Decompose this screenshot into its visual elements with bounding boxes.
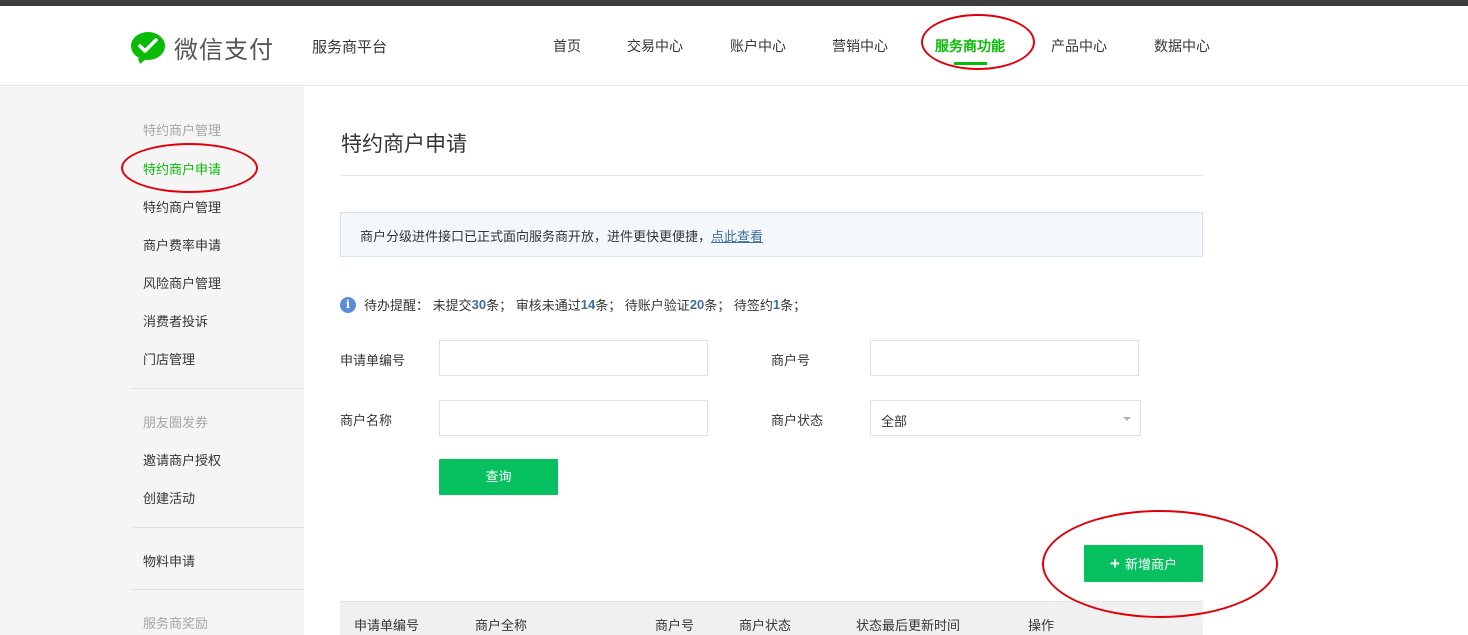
sidebar-divider: [131, 589, 304, 590]
sidebar-item-risk-merchant[interactable]: 风险商户管理: [143, 273, 221, 292]
info-icon: i: [340, 296, 356, 313]
todo-text: 条；: [780, 298, 807, 313]
sidebar-item-stores[interactable]: 门店管理: [143, 349, 195, 368]
platform-name: 服务商平台: [312, 39, 388, 56]
nav-product-center[interactable]: 产品中心: [1051, 36, 1107, 56]
nav-provider-functions[interactable]: 服务商功能: [935, 36, 1005, 56]
todo-text: 待办提醒： 未提交: [364, 298, 472, 313]
table-header: 申请单编号 商户全称 商户号 商户状态 状态最后更新时间 操作: [340, 601, 1203, 635]
page-title: 特约商户申请: [341, 133, 467, 156]
title-divider: [341, 175, 1203, 176]
sidebar-item-merchant-apply[interactable]: 特约商户申请: [143, 159, 221, 178]
todo-count-verify: 20: [689, 297, 705, 312]
nav-trade-center[interactable]: 交易中心: [627, 36, 683, 56]
logo-text: 微信支付: [174, 37, 274, 64]
nav-active-indicator: [954, 62, 987, 65]
column-header[interactable]: 状态最后更新时间: [856, 615, 960, 634]
merchant-status-label: 商户状态: [771, 413, 824, 428]
sidebar-divider: [131, 527, 304, 528]
todo-reminder: i 待办提醒： 未提交 30 条； 审核未通过 14 条； 待账户验证 20 条； 待签约 1…: [340, 295, 806, 314]
chevron-down-icon: [1123, 417, 1131, 421]
sidebar-item-materials[interactable]: 物料申请: [143, 551, 195, 570]
nav-account-center[interactable]: 账户中心: [730, 36, 786, 56]
nav-marketing-center[interactable]: 营销中心: [832, 36, 888, 56]
todo-text: 条； 待账户验证: [595, 298, 690, 313]
wechat-pay-logo-icon: [130, 31, 166, 65]
todo-text: 条； 审核未通过: [486, 298, 581, 313]
sidebar-divider: [131, 388, 304, 389]
merchant-name-input[interactable]: [439, 400, 708, 436]
add-merchant-button[interactable]: + 新增商户: [1084, 545, 1203, 582]
column-header[interactable]: 商户状态: [739, 615, 791, 634]
sidebar-item-invite-auth[interactable]: 邀请商户授权: [143, 450, 221, 469]
merchant-status-value: 全部: [881, 414, 908, 429]
wechat-pay-logo[interactable]: 微信支付: [130, 30, 274, 65]
merchant-name-label: 商户名称: [340, 413, 393, 428]
nav-data-center[interactable]: 数据中心: [1154, 36, 1210, 56]
application-no-input[interactable]: [439, 340, 708, 376]
sidebar: 特约商户管理 特约商户申请 特约商户管理 商户费率申请 风险商户管理 消费者投诉…: [0, 87, 304, 635]
notice-text: 商户分级进件接口已正式面向服务商开放，进件更快更便捷，: [360, 229, 712, 244]
sidebar-item-merchant-manage[interactable]: 特约商户管理: [143, 197, 221, 216]
todo-text: 条； 待签约: [704, 298, 773, 313]
merchant-status-select[interactable]: 全部: [870, 400, 1141, 436]
notice-banner: 商户分级进件接口已正式面向服务商开放，进件更快更便捷，点此查看: [340, 212, 1203, 257]
sidebar-item-rate-apply[interactable]: 商户费率申请: [143, 235, 221, 254]
todo-count-unsubmitted: 30: [471, 297, 487, 312]
column-header[interactable]: 操作: [1028, 615, 1054, 634]
column-header[interactable]: 商户全称: [475, 615, 527, 634]
todo-count-rejected: 14: [580, 297, 596, 312]
merchant-no-input[interactable]: [870, 340, 1139, 376]
sidebar-group-title: 服务商奖励: [143, 616, 209, 631]
query-button[interactable]: 查询: [439, 459, 558, 495]
sidebar-group-title: 特约商户管理: [143, 123, 222, 138]
application-no-label: 申请单编号: [340, 353, 406, 368]
sidebar-item-complaints[interactable]: 消费者投诉: [143, 311, 208, 330]
column-header[interactable]: 商户号: [655, 615, 694, 634]
notice-link[interactable]: 点此查看: [711, 229, 763, 244]
plus-icon: +: [1110, 554, 1120, 573]
sidebar-item-create-activity[interactable]: 创建活动: [143, 488, 195, 507]
add-merchant-label: 新增商户: [1124, 557, 1177, 572]
nav-home[interactable]: 首页: [553, 36, 581, 56]
merchant-no-label: 商户号: [771, 353, 811, 368]
sidebar-group-title: 朋友圈发券: [143, 415, 209, 430]
column-header[interactable]: 申请单编号: [354, 615, 419, 634]
todo-count-sign: 1: [772, 297, 781, 312]
header: 微信支付 服务商平台 首页 交易中心 账户中心 营销中心 服务商功能 产品中心 …: [0, 6, 1468, 86]
